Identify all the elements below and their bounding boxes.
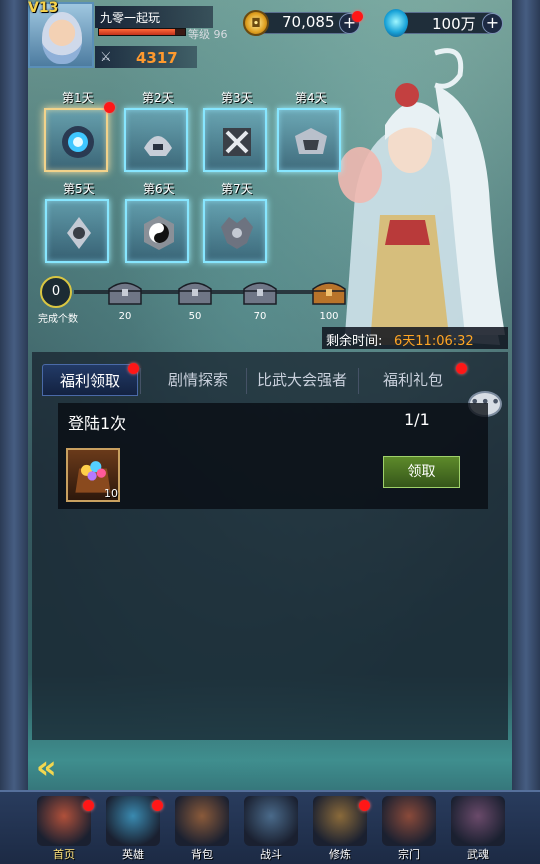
panel-tabs: 福利领取 剧情探索 比武大会强者 福利礼包 xyxy=(42,363,482,398)
battle-icon xyxy=(244,796,298,846)
tab-4[interactable]: 福利礼包 xyxy=(360,364,466,396)
tab-divider xyxy=(358,368,359,394)
nav-label: 战斗 xyxy=(260,848,282,861)
tab-3[interactable]: 比武大会强者 xyxy=(248,364,356,396)
vip-badge: V13 xyxy=(28,0,59,16)
day-label: 第2天 xyxy=(142,91,174,105)
reward-quantity: 10 xyxy=(104,487,118,500)
nav-label: 首页 xyxy=(53,848,75,861)
nav-item[interactable]: 宗门 xyxy=(376,794,442,862)
nav-label: 宗门 xyxy=(398,848,420,861)
claim-button[interactable]: 领取 xyxy=(383,456,460,488)
nav-item[interactable]: 英雄 xyxy=(100,794,166,862)
day-reward-slot[interactable] xyxy=(203,108,267,172)
day-label: 第4天 xyxy=(295,91,327,105)
nav-label: 背包 xyxy=(191,848,213,861)
nav-label: 修炼 xyxy=(329,848,351,861)
nav-red-dot xyxy=(83,800,94,811)
combat-power: 4317 xyxy=(136,49,178,67)
gem-amount: 100万 xyxy=(432,15,476,33)
task-title: 登陆1次 xyxy=(68,414,127,433)
sect-icon xyxy=(382,796,436,846)
blue-orb-icon xyxy=(62,126,94,158)
milestone-value: 50 xyxy=(188,311,202,322)
left-frame-border xyxy=(0,0,28,864)
gold-coin-icon: ◘ xyxy=(243,10,269,36)
nav-item[interactable]: 武魂 xyxy=(445,794,511,862)
treasure-chest-icon[interactable] xyxy=(310,277,348,307)
nav-item[interactable]: 战斗 xyxy=(238,794,304,862)
hp-fill xyxy=(99,29,175,35)
martial-soul-icon xyxy=(451,796,505,846)
nav-label: 英雄 xyxy=(122,848,144,861)
gold-amount: 70,085 xyxy=(282,13,335,31)
timer-value: 6天11:06:32 xyxy=(394,334,474,349)
player-level: 等级 96 xyxy=(188,28,228,41)
tab-1[interactable]: 福利领取 xyxy=(42,364,138,396)
day-reward-slot[interactable] xyxy=(125,199,189,263)
nav-item[interactable]: 修炼 xyxy=(307,794,373,862)
silver-emblem-icon xyxy=(67,217,91,249)
milestone-value: 70 xyxy=(253,311,267,322)
completed-count-caption: 完成个数 xyxy=(38,314,78,325)
tab-2[interactable]: 剧情探索 xyxy=(142,364,254,396)
tab-divider xyxy=(246,368,247,394)
tab-red-dot xyxy=(456,363,467,374)
tab-divider xyxy=(140,368,141,394)
day-label: 第5天 xyxy=(63,182,95,196)
day-reward-slot[interactable] xyxy=(203,199,267,263)
task-progress: 1/1 xyxy=(404,410,430,429)
nav-label: 武魂 xyxy=(467,848,489,861)
right-frame-border xyxy=(512,0,540,864)
day-red-dot xyxy=(104,102,115,113)
treasure-chest-icon[interactable] xyxy=(106,277,144,307)
day-reward-slot[interactable] xyxy=(45,199,109,263)
day-reward-slot[interactable] xyxy=(124,108,188,172)
treasure-chest-icon[interactable] xyxy=(176,277,214,307)
nav-item[interactable]: 背包 xyxy=(169,794,235,862)
gold-red-dot xyxy=(352,11,363,22)
timer-label: 剩余时间: xyxy=(326,334,383,349)
day-label: 第7天 xyxy=(221,182,253,196)
silver-helmet-icon xyxy=(144,136,172,156)
winged-crest-icon xyxy=(221,217,253,249)
add-gem-button[interactable]: + xyxy=(482,13,503,34)
player-name: 九零一起玩 xyxy=(100,11,161,25)
back-arrow-icon[interactable]: « xyxy=(36,748,57,786)
completed-count: 0 xyxy=(40,276,72,308)
nav-red-dot xyxy=(359,800,370,811)
milestone-value: 100 xyxy=(319,311,339,322)
crossed-swords-shield-icon xyxy=(223,128,251,156)
milestone-value: 20 xyxy=(118,311,132,322)
backpack-icon xyxy=(175,796,229,846)
tab-red-dot xyxy=(128,363,139,374)
game-screen: V13 九零一起玩 等级 96 ⚔ 4317 ◘ 70,085 + 100万 +… xyxy=(0,0,540,864)
player-hp-bar xyxy=(98,28,186,36)
crossed-swords-icon: ⚔ xyxy=(100,50,112,65)
day-label: 第3天 xyxy=(221,91,253,105)
day-label: 第6天 xyxy=(143,182,175,196)
nav-item[interactable]: 首页 xyxy=(31,794,97,862)
day-reward-slot[interactable] xyxy=(44,108,108,172)
treasure-chest-icon[interactable] xyxy=(241,277,279,307)
yin-yang-icon xyxy=(144,216,174,250)
nav-red-dot xyxy=(152,800,163,811)
armor-chest-icon xyxy=(295,128,327,154)
avatar-portrait xyxy=(42,12,82,64)
day-reward-slot[interactable] xyxy=(277,108,341,172)
day-label: 第1天 xyxy=(62,91,94,105)
